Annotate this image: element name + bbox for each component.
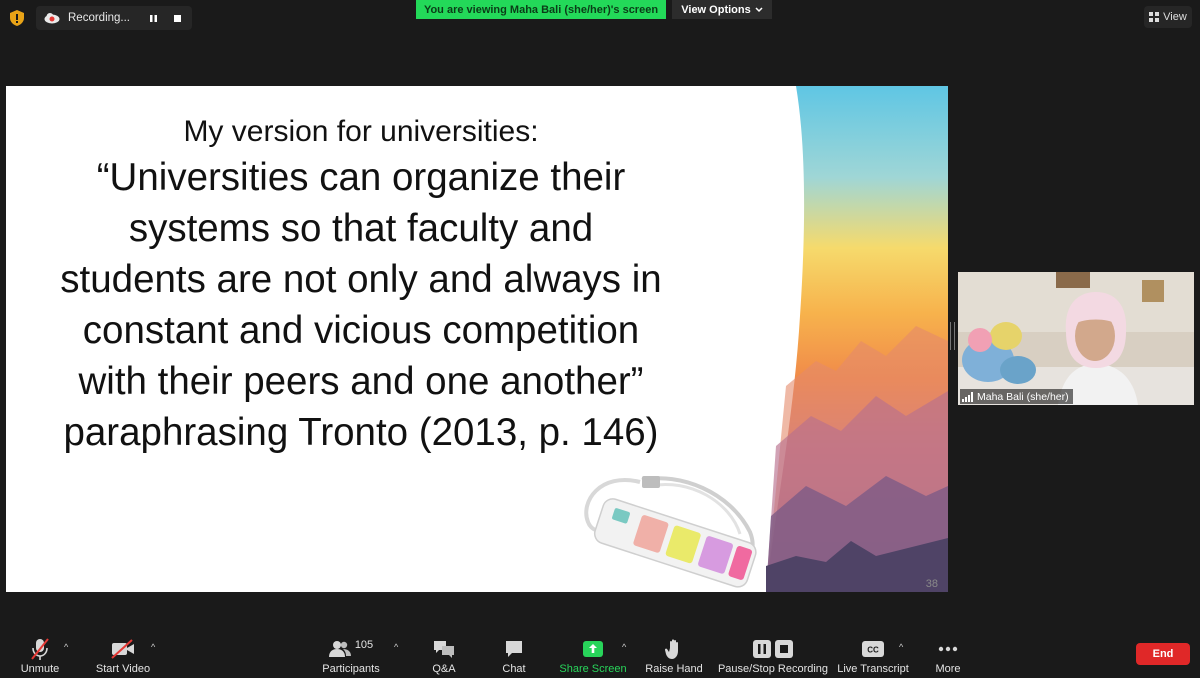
participants-icon [328,641,351,657]
chat-icon [506,641,522,657]
unmute-button[interactable]: Unmute [14,630,66,678]
participants-options-caret[interactable]: ^ [394,642,398,652]
participant-name-tag: Maha Bali (she/her) [960,389,1073,404]
stop-icon [173,14,181,22]
pause-stop-recording-label: Pause/Stop Recording [717,663,829,675]
mountain-sunset-image [766,86,948,592]
video-options-caret[interactable]: ^ [151,642,155,652]
screen-share-banner: You are viewing Maha Bali (she/her)'s sc… [416,0,666,19]
view-label: View [1163,11,1187,23]
chat-button[interactable]: Chat [496,630,532,678]
shield-icon[interactable] [10,10,24,26]
pause-icon [753,640,771,658]
participants-button[interactable]: 105 Participants [322,630,380,678]
recording-label: Recording... [68,12,131,24]
slide-subtitle: My version for universities: [183,115,539,148]
meeting-toolbar: Unmute ^ Start Video ^ 105 Participants … [0,630,1200,678]
cloud-record-icon [44,13,60,24]
video-off-icon [111,639,134,659]
chat-label: Chat [502,663,526,675]
more-label: More [935,663,961,675]
participant-video[interactable]: Maha Bali (she/her) [958,272,1194,405]
pause-stop-recording-button[interactable]: Pause/Stop Recording [717,630,829,678]
participants-count: 105 [354,639,374,651]
more-icon [938,646,958,652]
slide-page-number: 38 [925,578,938,590]
share-screen-icon [583,641,603,657]
participant-name: Maha Bali (she/her) [977,390,1069,403]
qa-button[interactable]: Q&A [426,630,462,678]
power-strip-image [584,476,757,588]
raise-hand-icon [665,639,678,659]
shared-screen: My version for universities: “Universiti… [6,86,948,592]
unmute-label: Unmute [20,663,60,675]
signal-icon [962,391,973,402]
grid-view-icon [1149,12,1160,22]
more-button[interactable]: More [930,630,966,678]
start-video-button[interactable]: Start Video [92,630,154,678]
cc-icon: CC [862,641,884,657]
qa-icon [434,641,454,658]
quote-line: paraphrasing Tronto (2013, p. 146) [63,411,659,454]
live-transcript-button[interactable]: CC Live Transcript [837,630,909,678]
quote-line: constant and vicious competition [82,309,640,352]
panel-resize-handle[interactable] [950,322,955,350]
transcript-options-caret[interactable]: ^ [899,642,903,652]
participant-camera-image [958,272,1194,405]
share-screen-button[interactable]: Share Screen [559,630,627,678]
share-options-caret[interactable]: ^ [622,642,626,652]
end-meeting-button[interactable]: End [1136,643,1190,665]
quote-line: with their peers and one another” [78,360,644,403]
start-video-label: Start Video [95,663,151,675]
view-options-label: View Options [681,3,751,16]
chevron-down-icon [755,6,763,12]
view-options-button[interactable]: View Options [672,0,772,19]
pause-recording-button[interactable] [144,9,162,27]
qa-label: Q&A [432,663,456,675]
slide-quote: “Universities can organize their systems… [6,152,716,458]
view-button[interactable]: View [1144,6,1192,28]
pause-icon [149,14,157,22]
participants-label: Participants [322,663,380,675]
recording-indicator: Recording... [36,6,192,30]
share-screen-label: Share Screen [559,663,627,675]
slide-text-block: My version for universities: “Universiti… [6,114,716,458]
audio-options-caret[interactable]: ^ [64,642,68,652]
quote-line: “Universities can organize their [96,156,626,199]
microphone-muted-icon [31,638,49,660]
raise-hand-label: Raise Hand [645,663,703,675]
stop-icon [775,640,793,658]
stop-recording-button[interactable] [168,9,186,27]
quote-line: students are not only and always in [60,258,662,301]
live-transcript-label: Live Transcript [837,663,909,675]
raise-hand-button[interactable]: Raise Hand [645,630,703,678]
svg-text:CC: CC [867,646,879,655]
quote-line: systems so that faculty and [128,207,594,250]
